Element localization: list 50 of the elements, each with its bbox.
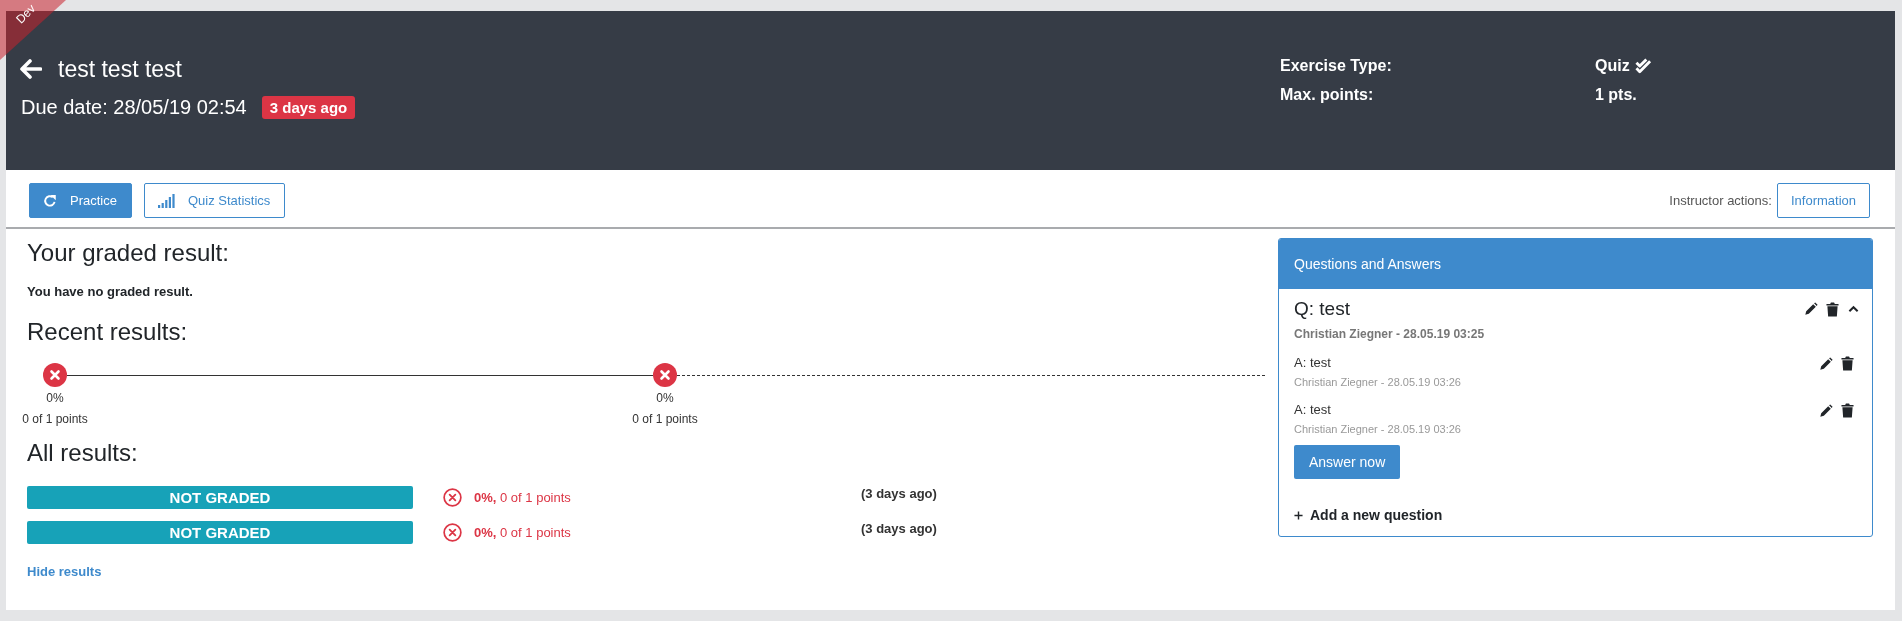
graded-result-text: You have no graded result. <box>27 283 194 301</box>
exercise-title: test test test <box>58 55 182 83</box>
chevron-up-icon[interactable] <box>1848 305 1859 313</box>
answer-text: A: test <box>1294 354 1332 372</box>
failed-x-icon[interactable] <box>43 363 67 387</box>
practice-button[interactable]: Practice <box>29 183 132 218</box>
information-button[interactable]: Information <box>1776 183 1870 218</box>
statistics-button[interactable]: Quiz Statistics <box>143 183 286 218</box>
back-arrow-icon[interactable] <box>20 59 42 79</box>
plus-icon <box>1294 510 1303 520</box>
section-heading: Your graded result: <box>27 238 230 268</box>
failed-x-icon[interactable] <box>653 363 677 387</box>
delete-icon[interactable] <box>1841 356 1854 371</box>
result-time: (3 days ago) <box>861 486 938 501</box>
info-label: Exercise Type: <box>1280 56 1393 75</box>
edit-icon[interactable] <box>1819 403 1833 418</box>
edit-icon[interactable] <box>1804 302 1818 316</box>
delete-icon[interactable] <box>1841 403 1854 418</box>
result-percent: 0% <box>46 390 64 406</box>
question-author: Christian Ziegner - 28.05.19 03:25 <box>1294 326 1486 342</box>
result-points: 0 of 1 points <box>632 411 698 427</box>
environment-label: Dev <box>13 1 39 27</box>
result-score: 0%, 0 of 1 points <box>474 490 571 505</box>
info-label: Max. points: <box>1280 85 1375 104</box>
result-status: NOT GRADED <box>27 521 413 544</box>
result-percent: 0% <box>656 390 674 406</box>
refresh-icon <box>43 193 57 208</box>
delete-icon[interactable] <box>1826 301 1839 317</box>
info-value: 1 pts. <box>1595 85 1637 104</box>
result-status: NOT GRADED <box>27 486 413 509</box>
question-text: Q: test <box>1294 297 1350 321</box>
add-question-button[interactable]: Add a new question <box>1294 506 1443 524</box>
info-value: Quiz <box>1595 56 1630 75</box>
due-date: Due date: 28/05/19 02:54 <box>21 95 247 120</box>
double-check-icon <box>1634 57 1652 74</box>
due-badge: 3 days ago <box>261 95 356 119</box>
result-points: 0 of 1 points <box>22 411 88 427</box>
section-heading: All results: <box>27 438 139 468</box>
signal-bars-icon <box>157 193 175 208</box>
answer-now-button[interactable]: Answer now <box>1294 445 1401 479</box>
result-time: (3 days ago) <box>861 521 938 536</box>
edit-icon[interactable] <box>1819 356 1833 371</box>
result-score: 0%, 0 of 1 points <box>474 525 571 540</box>
hide-results-link[interactable]: Hide results <box>27 563 102 581</box>
answer-text: A: test <box>1294 401 1332 419</box>
answer-author: Christian Ziegner - 28.05.19 03:26 <box>1294 422 1461 436</box>
answer-author: Christian Ziegner - 28.05.19 03:26 <box>1294 375 1461 389</box>
qa-panel-title: Questions and Answers <box>1294 256 1442 272</box>
instructor-actions-label: Instructor actions: <box>1669 193 1772 208</box>
section-heading: Recent results: <box>27 317 189 347</box>
